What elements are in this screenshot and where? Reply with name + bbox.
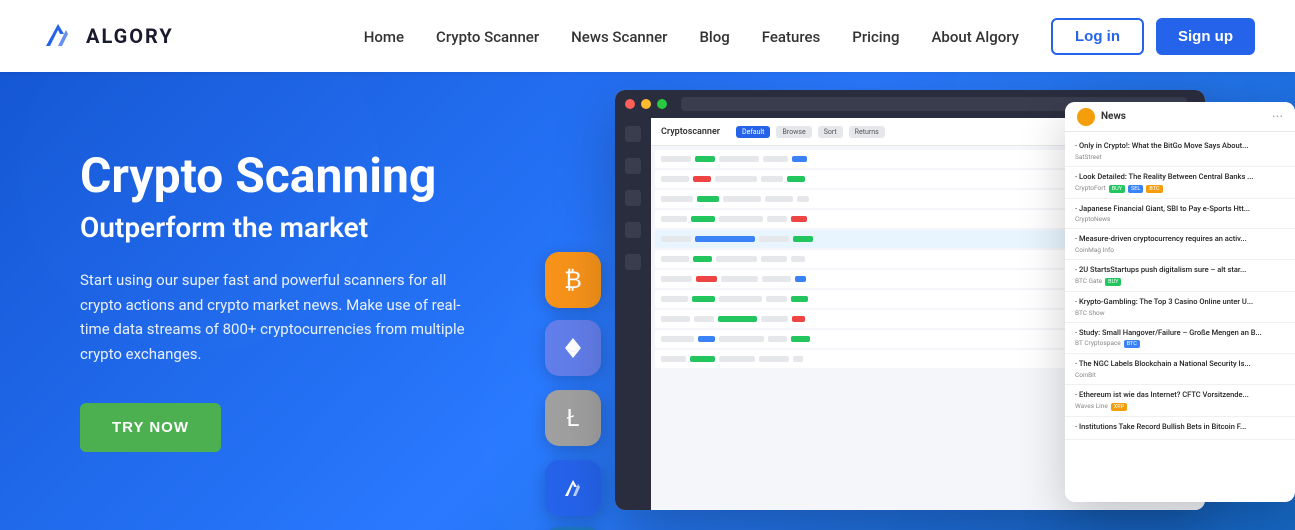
news-item-title: · Krypto-Gambling: The Top 3 Casino Onli… (1075, 297, 1285, 307)
hero-visuals: ₿ Ł DASH (535, 72, 1295, 530)
nav-features[interactable]: Features (762, 28, 820, 46)
news-item: · Study: Small Hangover/Failure – Große … (1065, 323, 1295, 355)
news-item-source: CryptoFortBUYSELBTC (1075, 184, 1285, 193)
news-badge-hot: BTC (1146, 185, 1162, 193)
signup-button[interactable]: Sign up (1156, 18, 1255, 55)
news-item-source: Waves LineXRP (1075, 402, 1285, 411)
logo[interactable]: ALGORY (40, 18, 174, 54)
news-panel-mockup: News ··· · Only in Crypto!: What the Bit… (1065, 102, 1295, 502)
news-badge: XRP (1111, 403, 1127, 411)
news-badge-buy: BUY (1109, 185, 1125, 193)
mock-sidebar-item (625, 222, 641, 238)
news-panel-header: News ··· (1065, 102, 1295, 132)
hero-subtitle: Outperform the market (80, 211, 480, 244)
news-badge-sell: SEL (1128, 185, 1143, 193)
news-item-source: BT CryptospaceBTC (1075, 339, 1285, 348)
navbar: ALGORY Home Crypto Scanner News Scanner … (0, 0, 1295, 72)
nav-home[interactable]: Home (364, 28, 404, 46)
mock-min-dot (641, 99, 651, 109)
mock-sidebar-item (625, 254, 641, 270)
mock-sidebar-item (625, 126, 641, 142)
mock-close-dot (625, 99, 635, 109)
logo-icon (40, 18, 76, 54)
mock-sidebar-item (625, 158, 641, 174)
news-item-title: · Ethereum ist wie das Internet? CFTC Vo… (1075, 390, 1285, 400)
news-item: · Only in Crypto!: What the BitGo Move S… (1065, 136, 1295, 167)
algory-small-icon (545, 460, 601, 516)
news-item-source: BTC GateBUY (1075, 277, 1285, 286)
news-item: · Krypto-Gambling: The Top 3 Casino Onli… (1065, 292, 1295, 323)
mock-tab-default: Default (736, 126, 770, 138)
news-item: · Measure-driven cryptocurrency requires… (1065, 229, 1295, 260)
mock-sidebar (615, 118, 651, 510)
news-item-title: · Look Detailed: The Reality Between Cen… (1075, 172, 1285, 182)
nav-pricing[interactable]: Pricing (852, 28, 899, 46)
news-badge: BTC (1124, 340, 1140, 348)
login-button[interactable]: Log in (1051, 18, 1144, 55)
news-item: · Japanese Financial Giant, SBI to Pay e… (1065, 199, 1295, 230)
news-item-title: · 2U StartsStartups push digitalism sure… (1075, 265, 1285, 275)
hero-content: Crypto Scanning Outperform the market St… (0, 150, 480, 452)
news-item: · 2U StartsStartups push digitalism sure… (1065, 260, 1295, 292)
litecoin-icon: Ł (545, 390, 601, 446)
news-item-title: · Japanese Financial Giant, SBI to Pay e… (1075, 204, 1285, 214)
news-item-source: CoinBit (1075, 371, 1285, 379)
nav-crypto-scanner[interactable]: Crypto Scanner (436, 28, 539, 46)
nav-news-scanner[interactable]: News Scanner (571, 28, 667, 46)
nav-blog[interactable]: Blog (699, 28, 729, 46)
news-item-title: · Study: Small Hangover/Failure – Große … (1075, 328, 1285, 338)
bitcoin-icon: ₿ (545, 252, 601, 308)
mock-app-title: Cryptoscanner (661, 127, 720, 137)
news-list: · Only in Crypto!: What the BitGo Move S… (1065, 132, 1295, 502)
mock-tab-browse: Browse (776, 126, 811, 138)
hero-title: Crypto Scanning (80, 150, 480, 203)
news-item-title: · The NGC Labels Blockchain a National S… (1075, 359, 1285, 369)
mock-tab-returns: Returns (849, 126, 885, 138)
news-item: · The NGC Labels Blockchain a National S… (1065, 354, 1295, 385)
nav-about[interactable]: About Algory (931, 28, 1019, 46)
news-item-source: CryptoNews (1075, 215, 1285, 223)
mock-max-dot (657, 99, 667, 109)
news-item: · Ethereum ist wie das Internet? CFTC Vo… (1065, 385, 1295, 417)
ethereum-icon (545, 320, 601, 376)
hero-section: Crypto Scanning Outperform the market St… (0, 72, 1295, 530)
news-item-source: BTC Show (1075, 309, 1285, 317)
mock-sidebar-item (625, 190, 641, 206)
news-panel-title: News (1101, 111, 1266, 122)
mock-tab-sort: Sort (818, 126, 843, 138)
news-header-menu: ··· (1272, 109, 1283, 125)
news-item-source: CoinMag Info (1075, 246, 1285, 254)
nav-links: Home Crypto Scanner News Scanner Blog Fe… (364, 27, 1019, 46)
news-item-title: · Measure-driven cryptocurrency requires… (1075, 234, 1285, 244)
hero-description: Start using our super fast and powerful … (80, 268, 480, 367)
news-header-icon (1077, 108, 1095, 126)
news-item-title: · Institutions Take Record Bullish Bets … (1075, 422, 1285, 432)
news-item-source: SatStreet (1075, 153, 1285, 161)
try-now-button[interactable]: TRY NOW (80, 403, 221, 452)
news-badge: BUY (1105, 278, 1121, 286)
news-item: · Institutions Take Record Bullish Bets … (1065, 417, 1295, 440)
news-item-title: · Only in Crypto!: What the BitGo Move S… (1075, 141, 1285, 151)
logo-text: ALGORY (86, 24, 174, 48)
news-item: · Look Detailed: The Reality Between Cen… (1065, 167, 1295, 199)
mock-tab-bar: Default Browse Sort Returns (736, 126, 885, 138)
